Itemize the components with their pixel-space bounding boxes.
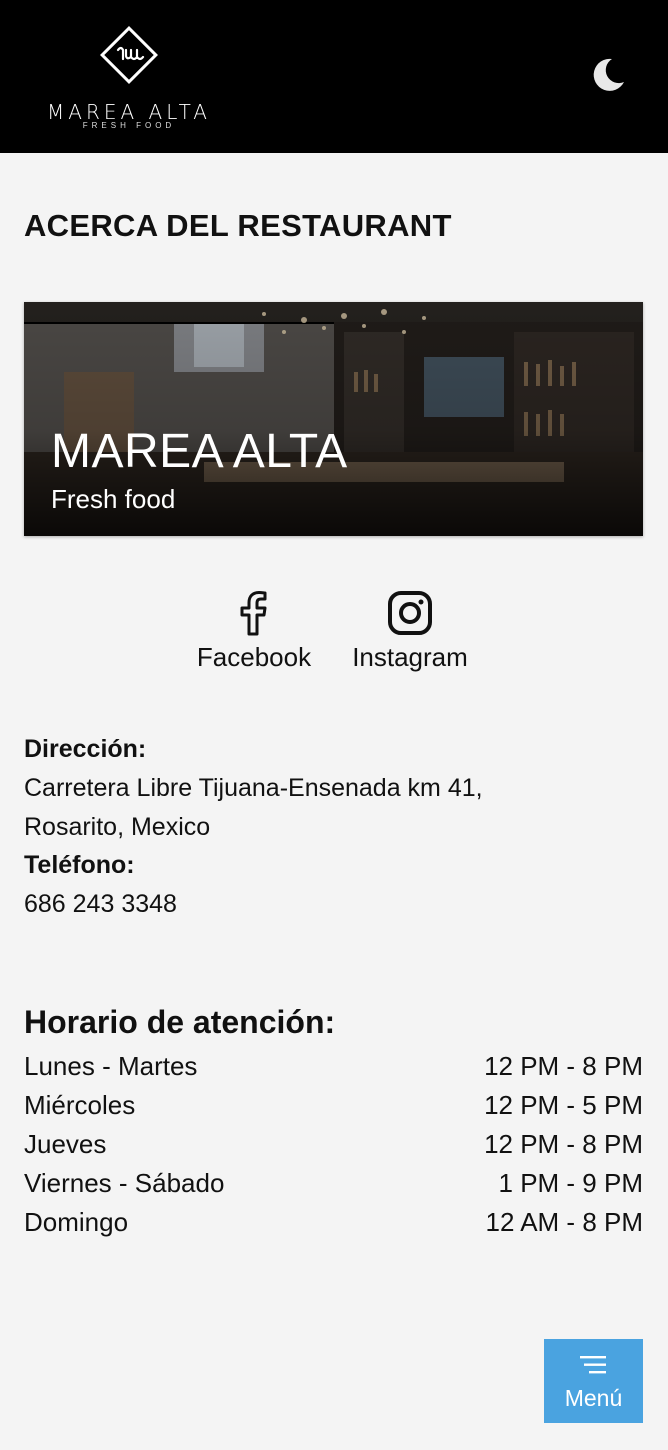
hours-time: 12 PM - 5 PM [484,1090,643,1120]
hours-table: Lunes - Martes 12 PM - 8 PM Miércoles 12… [24,1047,643,1242]
hours-time: 1 PM - 9 PM [498,1168,643,1198]
hours-day: Jueves [24,1129,107,1159]
instagram-label: Instagram [352,642,468,672]
facebook-link[interactable]: Facebook [184,588,324,673]
logo[interactable]: MAREA ALTA FRESH FOOD [34,22,224,134]
menu-lines-icon [580,1356,606,1374]
address-line-1: Carretera Libre Tijuana-Ensenada km 41, [24,774,483,802]
page-title: ACERCA DEL RESTAURANT [24,208,452,243]
hours-row: Lunes - Martes 12 PM - 8 PM [24,1047,643,1086]
instagram-icon [388,591,432,635]
facebook-label: Facebook [196,642,312,672]
phone-number[interactable]: 686 243 3348 [24,885,177,924]
address-line-2: Rosarito, Mexico [24,813,211,841]
facebook-icon [240,591,267,636]
hero-banner: MAREA ALTA Fresh food [24,302,643,536]
hours-time: 12 AM - 8 PM [485,1207,644,1237]
address-label: Dirección: [24,735,147,763]
phone-label: Teléfono: [24,851,135,879]
logo-subtitle: FRESH FOOD [82,121,176,130]
hours-row: Domingo 12 AM - 8 PM [24,1203,643,1242]
menu-button[interactable]: Menú [544,1339,643,1423]
hero-title: MAREA ALTA [51,425,348,478]
hours-day: Domingo [24,1207,129,1237]
hours-day: Viernes - Sábado [24,1168,225,1198]
hours-title: Horario de atención: [24,1004,336,1040]
hours-day: Miércoles [24,1090,136,1120]
hours-day: Lunes - Martes [24,1051,198,1081]
hours-row: Miércoles 12 PM - 5 PM [24,1086,643,1125]
logo-diamond-icon [100,26,158,84]
hours-time: 12 PM - 8 PM [484,1129,643,1159]
instagram-link[interactable]: Instagram [340,588,480,673]
top-bar: MAREA ALTA FRESH FOOD [0,0,668,153]
moon-icon[interactable] [588,55,628,95]
menu-button-label: Menú [564,1385,623,1411]
hours-row: Viernes - Sábado 1 PM - 9 PM [24,1164,643,1203]
hero-subtitle: Fresh food [51,484,176,514]
hours-row: Jueves 12 PM - 8 PM [24,1125,643,1164]
hours-time: 12 PM - 8 PM [484,1051,643,1081]
